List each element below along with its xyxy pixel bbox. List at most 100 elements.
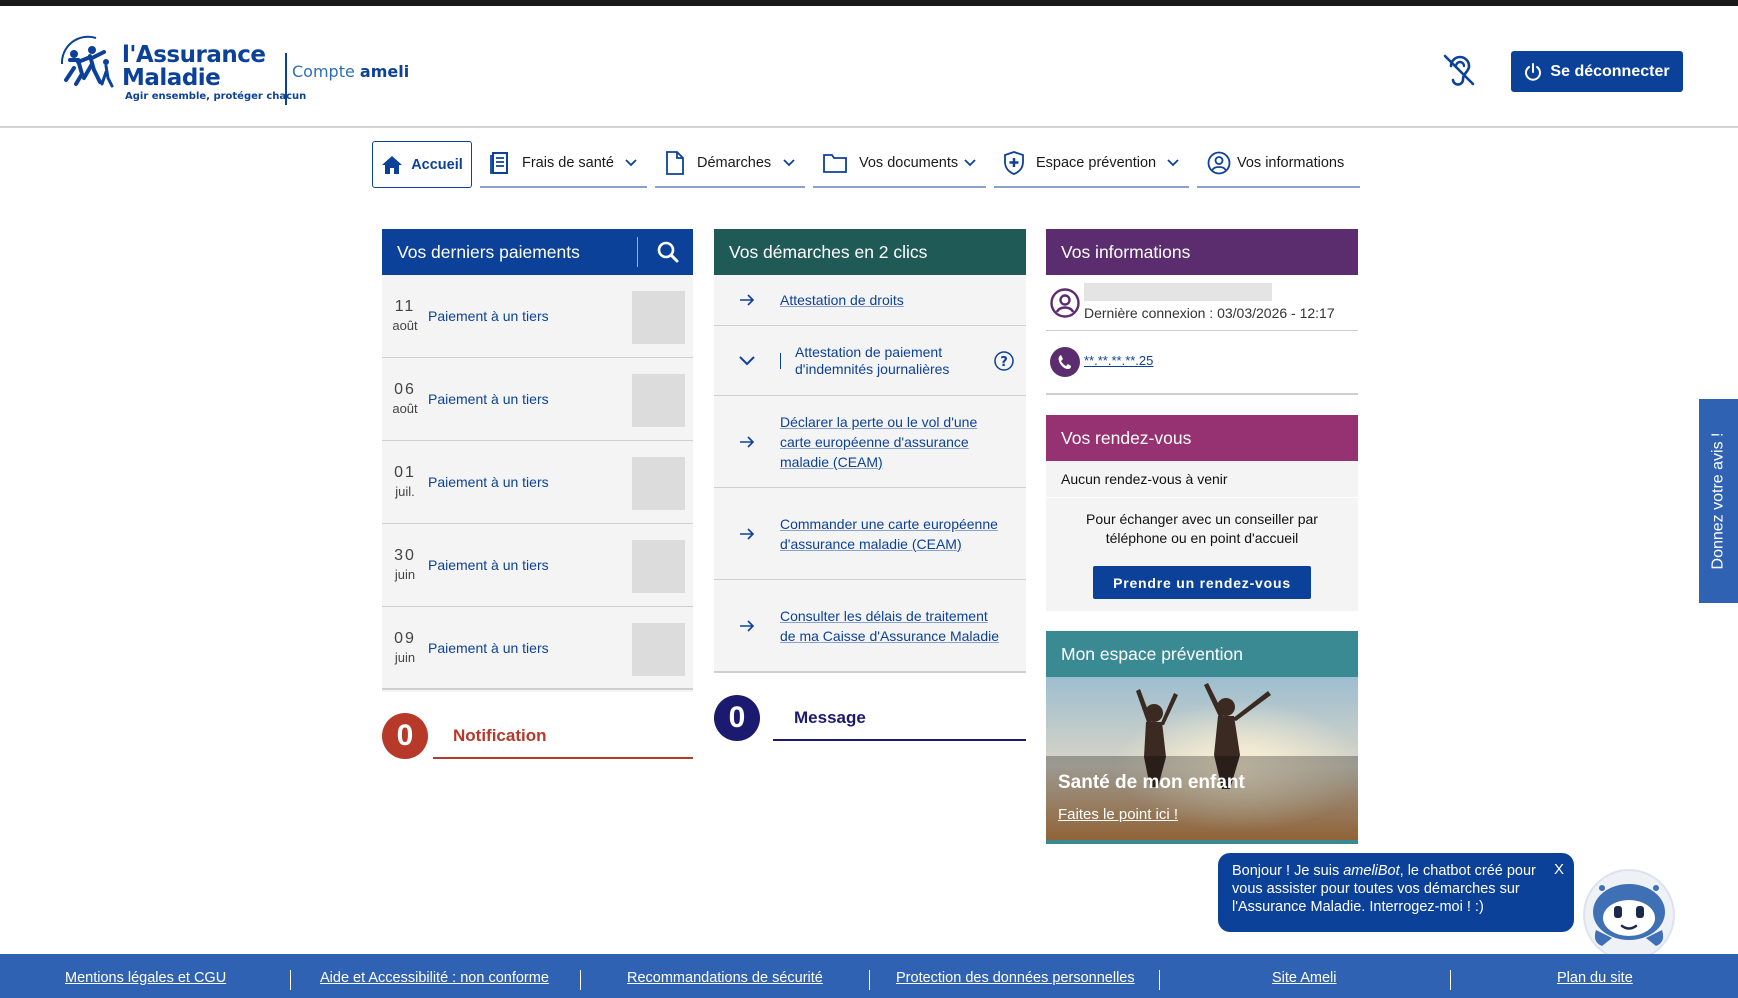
footer: Mentions légales et CGU Aide et Accessib… — [0, 954, 1738, 998]
tab-label: Vos informations — [1237, 155, 1345, 171]
prevention-card-link[interactable]: Faites le point ici ! — [1058, 806, 1178, 823]
demarches-header: Vos démarches en 2 clics — [714, 229, 1026, 275]
demarches-title: Vos démarches en 2 clics — [729, 241, 928, 262]
demarches-panel: Vos démarches en 2 clics Attestation de … — [714, 229, 1026, 673]
chevron-down-icon — [625, 159, 637, 167]
infos-panel: Vos informations Dernière connexion : 03… — [1046, 229, 1358, 395]
arrow-right-icon — [740, 527, 755, 540]
payment-month: août — [392, 318, 418, 333]
tab-demarches[interactable]: Démarches — [655, 140, 805, 188]
payment-row[interactable]: 01 juil. Paiement à un tiers — [382, 441, 693, 524]
payment-label: Paiement à un tiers — [428, 639, 549, 656]
notification-underline — [433, 757, 693, 759]
user-circle-icon — [1050, 288, 1080, 318]
notification-link[interactable]: Notification — [453, 726, 547, 746]
payment-label: Paiement à un tiers — [428, 557, 549, 573]
payments-header: Vos derniers paiements — [382, 229, 693, 275]
footer-link-donnees[interactable]: Protection des données personnelles — [896, 970, 1135, 986]
footer-link-accessibilite[interactable]: Aide et Accessibilité : non conforme — [320, 970, 549, 986]
logout-button[interactable]: Se déconnecter — [1511, 51, 1683, 92]
payment-row[interactable]: 30 juin Paiement à un tiers — [382, 524, 693, 607]
logo-tagline: Agir ensemble, protéger chacun — [125, 91, 307, 102]
chatbot-bubble[interactable]: Bonjour ! Je suis ameliBot, le chatbot c… — [1218, 853, 1574, 932]
notification-count-badge: 0 — [382, 713, 428, 759]
infos-header: Vos informations — [1046, 229, 1358, 275]
tab-espace-prevention[interactable]: Espace prévention — [994, 140, 1189, 188]
demarche-row[interactable]: Attestation de droits — [714, 275, 1026, 326]
payment-row[interactable]: 09 juin Paiement à un tiers — [382, 607, 693, 690]
rdv-header: Vos rendez-vous — [1046, 415, 1358, 461]
payment-date: 06 août — [382, 380, 428, 418]
help-icon[interactable]: ? — [994, 351, 1014, 371]
payment-row[interactable]: 11 août Paiement à un tiers — [382, 275, 693, 358]
payment-day: 01 — [394, 464, 416, 481]
document-icon — [666, 151, 684, 175]
demarche-link[interactable]: Commander une carte européenne d'assuran… — [780, 514, 1000, 554]
demarche-row[interactable]: Commander une carte européenne d'assuran… — [714, 488, 1026, 580]
logout-label: Se déconnecter — [1550, 62, 1670, 80]
footer-link-plan[interactable]: Plan du site — [1557, 970, 1633, 986]
tab-label: Démarches — [697, 155, 772, 171]
message-link[interactable]: Message — [794, 708, 866, 728]
payment-label: Paiement à un tiers — [428, 474, 549, 490]
footer-link-securite[interactable]: Recommandations de sécurité — [627, 970, 823, 986]
footer-link-mentions[interactable]: Mentions légales et CGU — [65, 970, 226, 986]
payment-day: 30 — [394, 547, 416, 564]
footer-separator — [290, 970, 291, 990]
prevention-header: Mon espace prévention — [1046, 631, 1358, 677]
payment-date: 30 juin — [382, 546, 428, 584]
amelibot-avatar-icon[interactable] — [1582, 868, 1676, 962]
tab-accueil[interactable]: Accueil — [372, 141, 472, 188]
chat-close-button[interactable]: X — [1554, 861, 1564, 879]
payment-day: 09 — [394, 629, 416, 647]
chat-bot-name: ameliBot — [1343, 863, 1400, 879]
footer-link-site-ameli[interactable]: Site Ameli — [1272, 970, 1336, 986]
footer-separator — [1159, 970, 1160, 990]
phone-number[interactable]: **.**.**.**.25 — [1084, 353, 1153, 368]
feedback-tab[interactable]: Donnez votre avis ! — [1699, 399, 1738, 603]
home-icon — [382, 155, 403, 174]
payment-label: Paiement à un tiers — [428, 308, 549, 324]
payment-date: 01 juil. — [382, 463, 428, 501]
svg-text:?: ? — [1000, 355, 1008, 370]
tab-vos-informations[interactable]: Vos informations — [1197, 140, 1360, 188]
assurance-maladie-logo[interactable]: l'Assurance Maladie Agir ensemble, protég… — [56, 34, 306, 109]
logo-line2: Maladie — [122, 65, 221, 91]
footer-separator — [869, 970, 870, 990]
rdv-text: Pour échanger avec un conseiller par tél… — [1086, 511, 1318, 546]
search-icon[interactable] — [657, 241, 679, 263]
demarche-row[interactable]: Déclarer la perte ou le vol d'une carte … — [714, 396, 1026, 488]
tab-frais-de-sante[interactable]: Frais de santé — [480, 140, 647, 188]
tab-label: Frais de santé — [522, 155, 614, 171]
message-underline — [773, 739, 1026, 741]
demarche-link[interactable]: Attestation de droits — [780, 290, 904, 310]
user-circle-icon — [1207, 151, 1231, 175]
last-login: Dernière connexion : 03/03/2026 - 12:17 — [1084, 305, 1335, 321]
prevention-card[interactable]: Santé de mon enfant Faites le point ici … — [1046, 677, 1358, 840]
hearing-impaired-icon[interactable] — [1441, 52, 1477, 88]
demarche-row[interactable]: Consulter les délais de traitement de ma… — [714, 580, 1026, 673]
demarche-link[interactable]: Consulter les délais de traitement de ma… — [780, 606, 1000, 646]
payment-row[interactable]: 06 août Paiement à un tiers — [382, 358, 693, 441]
demarche-link[interactable]: Déclarer la perte ou le vol d'une carte … — [780, 412, 995, 472]
arrow-right-icon — [740, 294, 755, 306]
demarche-row-expanded[interactable]: Attestation de paiement d'indemnités jou… — [714, 326, 1026, 396]
arrow-right-icon — [740, 619, 755, 632]
receipt-icon — [490, 152, 508, 174]
phone-icon — [1050, 347, 1080, 377]
feedback-label: Donnez votre avis ! — [1709, 432, 1727, 570]
header: l'Assurance Maladie Agir ensemble, protég… — [0, 6, 1738, 128]
payment-month: juin — [394, 649, 416, 665]
payment-amount-placeholder — [632, 457, 685, 510]
chevron-down-icon — [1167, 159, 1179, 167]
user-icon-wrap — [1050, 288, 1080, 323]
payment-amount-placeholder — [632, 374, 685, 427]
header-divider — [637, 237, 638, 267]
book-appointment-button[interactable]: Prendre un rendez-vous — [1093, 566, 1311, 599]
payment-month: août — [392, 401, 418, 416]
demarche-link[interactable]: Attestation de paiement d'indemnités jou… — [795, 344, 970, 378]
brand-compte: Compte — [292, 62, 355, 81]
tab-vos-documents[interactable]: Vos documents — [813, 140, 986, 188]
info-bottom-border — [1046, 393, 1358, 395]
logo-figures-icon — [60, 35, 114, 88]
